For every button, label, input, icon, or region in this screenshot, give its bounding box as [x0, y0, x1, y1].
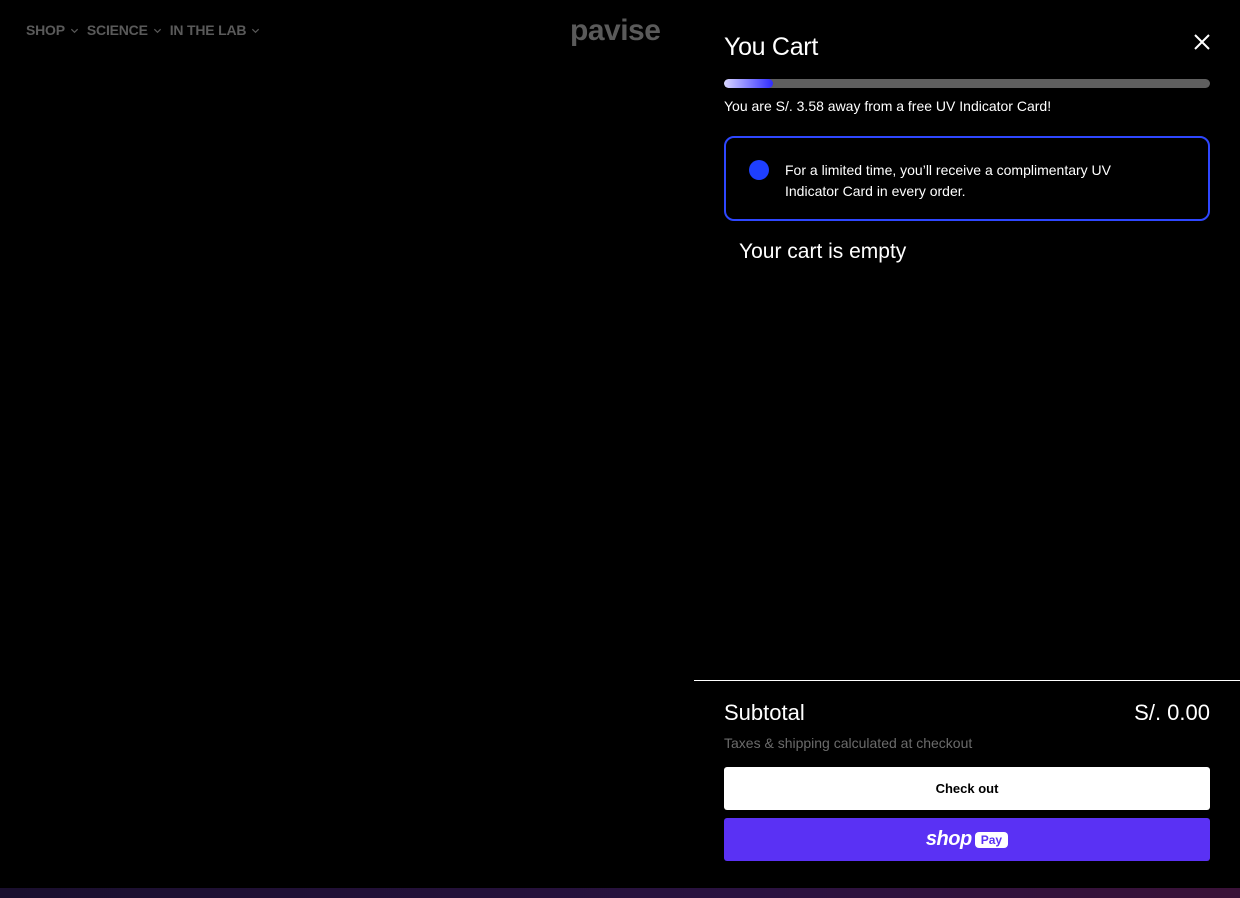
- shop-pay-logo-pay: Pay: [974, 831, 1009, 848]
- chevron-down-icon: [153, 28, 161, 33]
- close-icon: [1194, 34, 1210, 50]
- nav-item-label: SCIENCE: [86, 22, 148, 38]
- promo-notice: For a limited time, you’ll receive a com…: [724, 136, 1210, 221]
- tax-note: Taxes & shipping calculated at checkout: [724, 735, 973, 751]
- nav-item-in-the-lab[interactable]: IN THE LAB: [170, 22, 261, 38]
- site-logo[interactable]: pavise: [570, 14, 661, 48]
- subtotal-label: Subtotal: [724, 700, 805, 725]
- nav-item-label: IN THE LAB: [169, 22, 247, 38]
- nav-item-science[interactable]: SCIENCE: [87, 22, 162, 38]
- divider: [694, 680, 1240, 681]
- top-nav: SHOP SCIENCE IN THE LAB: [26, 22, 260, 38]
- progress-message: You are S/. 3.58 away from a free UV Ind…: [724, 98, 1052, 114]
- nav-item-shop[interactable]: SHOP: [26, 22, 79, 38]
- promo-dot-icon: [749, 160, 769, 180]
- shop-pay-button[interactable]: shop Pay: [724, 818, 1210, 861]
- chevron-down-icon: [70, 28, 78, 33]
- cart-title: You Cart: [724, 33, 818, 61]
- promo-text: For a limited time, you’ll receive a com…: [785, 162, 1111, 199]
- subtotal-value: S/. 0.00: [1134, 700, 1210, 725]
- page: SHOP SCIENCE IN THE LAB pavise You Cart …: [0, 0, 1240, 898]
- close-button[interactable]: [1190, 30, 1214, 54]
- nav-item-label: SHOP: [26, 22, 65, 38]
- shop-pay-logo-shop: shop: [925, 828, 972, 850]
- progress-fill: [724, 79, 773, 88]
- bottom-gradient-strip: [0, 888, 1240, 898]
- free-gift-progress-bar: [724, 79, 1210, 88]
- empty-cart-message: Your cart is empty: [739, 240, 907, 263]
- cart-drawer: You Cart You are S/. 3.58 away from a fr…: [694, 0, 1240, 888]
- checkout-button[interactable]: Check out: [724, 767, 1210, 810]
- chevron-down-icon: [252, 28, 260, 33]
